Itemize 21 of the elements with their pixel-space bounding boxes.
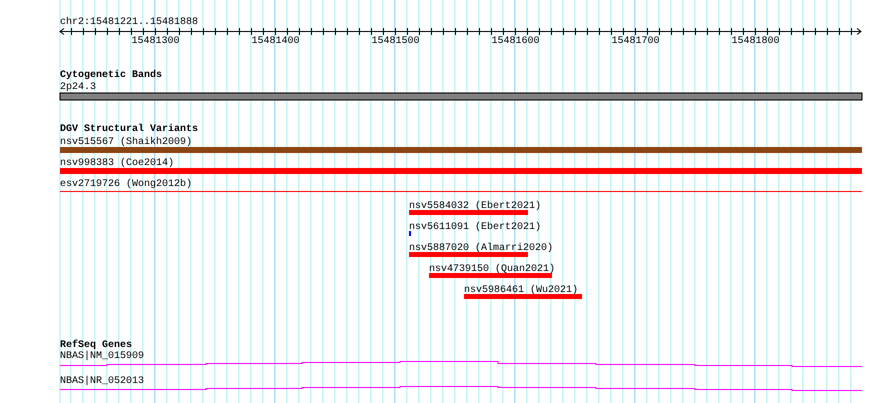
feature-label: nsv515567 (Shaikh2009) [60,137,192,148]
feature-label: nsv5887020 (Almarri2020) [409,243,554,254]
ruler-label: chr2:15481221..15481888 [60,17,198,28]
track-title: Cytogenetic Bands [60,70,162,81]
tick-label: 15481300 [132,36,180,47]
feature-label: 2p24.3 [60,82,96,93]
feature-label: nsv5584032 (Ebert2021) [409,201,542,212]
tick-label: 15481600 [492,36,540,47]
track-title: RefSeq Genes [60,340,132,351]
feature-label: nsv998383 (Coe2014) [60,158,174,169]
feature-label: esv2719726 (Wong2012b) [60,179,192,190]
tick-label: 15481800 [732,36,780,47]
track-title: DGV Structural Variants [60,124,198,135]
tick-label: 15481500 [372,36,420,47]
feature-label: NBAS|NR_052013 [60,376,144,387]
tick-label: 15481700 [612,36,660,47]
feature-label: NBAS|NM_015909 [60,351,144,362]
tick-label: 15481400 [252,36,300,47]
feature-label: nsv5611091 (Ebert2021) [409,222,542,233]
feature-label: nsv4739150 (Quan2021) [429,264,556,275]
feature-label: nsv5986461 (Wu2021) [464,285,578,296]
